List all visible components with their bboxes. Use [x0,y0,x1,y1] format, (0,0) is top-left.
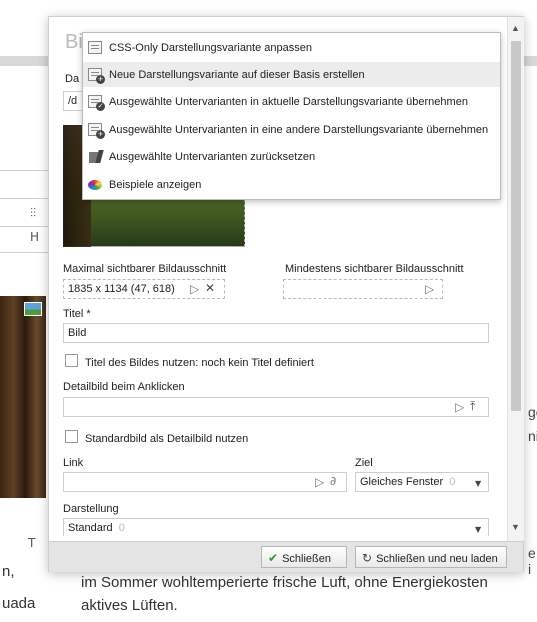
chevron-down-icon[interactable]: ▼ [475,525,481,534]
title-input[interactable]: Bild [63,323,489,343]
divider [0,252,50,253]
menu-item-label: Ausgewählte Untervarianten in aktuelle D… [109,96,468,108]
background-paragraph-line: im Sommer wohltemperierte frische Luft, … [81,574,488,591]
sliders-icon[interactable]: ⫶⫶ [30,206,36,221]
max-crop-value: 1835 x 1134 (47, 618) [68,283,175,295]
divider [0,198,50,199]
document-icon [88,41,102,54]
dialog-footer: ✔ Schließen ↻ Schließen und neu laden [49,541,523,572]
background-text-left: uada [2,595,36,612]
scroll-down-icon[interactable]: ▼ [511,522,520,532]
target-select[interactable]: Gleiches Fenster 0 [355,472,489,492]
menu-item-apply-current[interactable]: ✓ Ausgewählte Untervarianten in aktuelle… [83,89,500,114]
standard-as-detail-checkbox[interactable] [65,430,78,443]
display-label: Darstellung [63,503,119,515]
menu-item-label: Beispiele anzeigen [109,179,202,191]
title-label: Titel * [63,308,91,320]
menu-item-css-only[interactable]: CSS-Only Darstellungsvariante anpassen [83,35,500,60]
reset-icon [88,150,102,163]
display-value: Standard [68,522,113,534]
link-icon[interactable]: ∂ [330,474,336,488]
menu-item-reset[interactable]: Ausgewählte Untervarianten zurücksetzen [83,144,500,169]
document-apply-icon: ✓ [88,95,105,111]
target-count: 0 [449,476,456,488]
close-button[interactable]: ✔ Schließen [261,546,347,568]
background-paragraph-line: aktives Lüften. [81,597,178,614]
document-add-icon: + [88,123,105,139]
detail-image-field[interactable] [63,397,489,417]
select-pointer-icon[interactable]: ▷ [425,282,434,296]
menu-item-label: Ausgewählte Untervarianten zurücksetzen [109,151,316,163]
palette-icon [88,178,102,191]
min-crop-label: Mindestens sichtbarer Bildausschnitt [285,263,464,275]
target-value: Gleiches Fenster [360,476,444,488]
background-text-left: n, [2,563,15,580]
close-reload-button-label: Schließen und neu laden [376,553,498,565]
max-crop-label: Maximal sichtbarer Bildausschnitt [63,263,227,275]
scroll-up-icon[interactable]: ▲ [511,23,520,33]
menu-item-apply-other[interactable]: + Ausgewählte Untervarianten in eine and… [83,117,500,142]
menu-item-label: CSS-Only Darstellungsvariante anpassen [109,42,312,54]
display-variant-menu: CSS-Only Darstellungsvariante anpassen +… [82,32,501,200]
file-label: Da [65,73,80,85]
clear-icon[interactable]: ✕ [205,281,215,295]
chevron-down-icon[interactable]: ▼ [475,479,481,488]
menu-item-new-variant[interactable]: + Neue Darstellungsvariante auf dieser B… [83,62,500,87]
background-text-right: ge [528,404,537,420]
header-format-icon[interactable]: H [30,230,39,244]
reload-icon: ↻ [362,551,373,565]
select-pointer-icon[interactable]: ▷ [190,282,199,296]
dialog-scrollbar[interactable]: ▲ ▼ [507,17,524,541]
divider [0,226,50,227]
use-image-title-label: Titel des Bildes nutzen: noch kein Titel… [85,357,314,369]
link-label: Link [63,457,84,469]
select-pointer-icon[interactable]: ▷ [455,400,464,414]
display-select[interactable]: Standard 0 [63,518,489,536]
select-pointer-icon[interactable]: ▷ [315,475,324,489]
close-reload-button[interactable]: ↻ Schließen und neu laden [355,546,507,568]
display-count: 0 [118,522,125,534]
menu-item-label: Neue Darstellungsvariante auf dieser Bas… [109,69,365,81]
detail-image-label: Detailbild beim Anklicken [63,381,185,393]
background-text-right: e i [528,545,536,577]
link-field[interactable] [63,472,347,492]
min-crop-field[interactable] [283,279,443,299]
menu-item-examples[interactable]: Beispiele anzeigen [83,172,500,197]
image-icon[interactable] [24,302,42,316]
menu-item-label: Ausgewählte Untervarianten in eine ander… [109,124,489,136]
use-image-title-checkbox[interactable] [65,354,78,367]
background-text-right: nit [528,428,537,444]
dialog-title: Bi [65,31,83,53]
scroll-thumb[interactable] [511,41,521,411]
upload-icon[interactable]: ⤒ [470,399,475,414]
document-add-icon: + [88,68,105,84]
background-image [0,296,46,498]
max-crop-field[interactable]: 1835 x 1134 (47, 618) [63,279,225,299]
divider [0,170,50,171]
screen: ⫶⫶ H T n, uada im Sommer wohltemperierte… [0,0,537,622]
check-icon: ✔ [268,551,279,565]
close-button-label: Schließen [282,553,331,565]
text-format-icon[interactable]: T [28,536,35,550]
target-label: Ziel [355,457,373,469]
file-path-value: /d [68,95,78,107]
title-value: Bild [68,327,87,339]
standard-as-detail-label: Standardbild als Detailbild nutzen [85,433,249,445]
